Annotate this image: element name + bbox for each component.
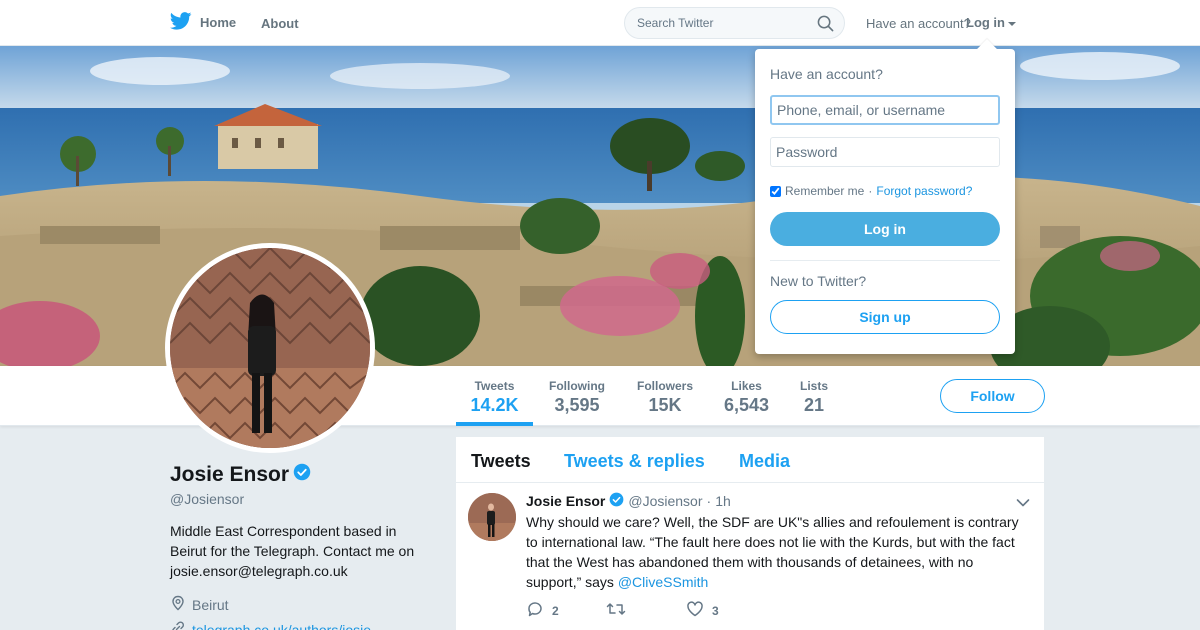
stat-following[interactable]: Following 3,595 — [544, 379, 610, 416]
remember-me-checkbox[interactable] — [770, 185, 781, 197]
verified-badge-icon — [293, 463, 311, 487]
stat-value: 15K — [648, 395, 682, 415]
login-menu-link[interactable]: Log in — [966, 15, 1016, 30]
stat-label: Tweets — [474, 379, 515, 393]
stat-tweets[interactable]: Tweets 14.2K — [456, 379, 533, 416]
divider — [770, 260, 1000, 261]
stat-label: Lists — [799, 379, 828, 393]
login-dropdown-title: Have an account? — [770, 66, 883, 82]
location-text: Beirut — [192, 596, 229, 613]
tweet-header: Josie Ensor @Josiensor · 1h — [526, 492, 731, 510]
like-count: 3 — [712, 603, 719, 618]
active-stat-indicator — [456, 422, 533, 426]
search-input[interactable] — [637, 16, 807, 30]
heart-icon — [686, 600, 704, 621]
avatar[interactable] — [165, 243, 375, 453]
forgot-password-link[interactable]: Forgot password? — [876, 184, 972, 198]
search-box — [624, 7, 845, 39]
top-navigation: Home About Have an account? Log in — [0, 0, 1200, 46]
stat-label: Likes — [731, 379, 762, 393]
stat-value: 6,543 — [723, 395, 770, 415]
signup-button[interactable]: Sign up — [770, 300, 1000, 334]
like-button[interactable]: 3 — [686, 600, 766, 621]
profile-name: Josie Ensor — [170, 463, 311, 487]
location-pin-icon — [170, 595, 186, 614]
tweet-actions: 2 3 — [526, 600, 766, 621]
tab-media[interactable]: Media — [739, 451, 790, 472]
tweet-avatar[interactable] — [468, 493, 516, 541]
tab-tweets-replies[interactable]: Tweets & replies — [564, 451, 705, 472]
timeline: Tweets Tweets & replies Media Josie Enso… — [456, 437, 1044, 630]
url-text: telegraph.co.uk/authors/josie... — [192, 621, 383, 630]
profile-name-text: Josie Ensor — [170, 463, 290, 486]
password-field[interactable] — [770, 137, 1000, 167]
remember-me-label: Remember me — [785, 184, 865, 198]
home-link[interactable]: Home — [169, 12, 237, 33]
stat-lists[interactable]: Lists 21 — [795, 379, 833, 416]
caret-down-icon — [1008, 21, 1016, 26]
verified-badge-icon — [609, 492, 624, 510]
new-to-twitter-label: New to Twitter? — [770, 273, 867, 289]
stat-value: 14.2K — [470, 395, 519, 415]
reply-icon — [526, 600, 544, 621]
login-label: Log in — [966, 15, 1005, 30]
timeline-tabs: Tweets Tweets & replies Media — [456, 437, 1044, 483]
tab-tweets[interactable]: Tweets — [471, 451, 531, 472]
tweet-separator: · — [706, 493, 712, 509]
follow-button[interactable]: Follow — [940, 379, 1045, 413]
retweet-icon — [606, 600, 626, 621]
search-icon[interactable] — [817, 15, 834, 37]
tweet[interactable]: Josie Ensor @Josiensor · 1h Why should w… — [456, 483, 1044, 630]
retweet-button[interactable] — [606, 600, 686, 621]
home-label: Home — [200, 15, 237, 30]
reply-button[interactable]: 2 — [526, 600, 606, 621]
tweet-timestamp[interactable]: 1h — [715, 493, 731, 509]
stat-value: 21 — [803, 395, 825, 415]
stat-followers[interactable]: Followers 15K — [632, 379, 698, 416]
tweet-text: Why should we care? Well, the SDF are UK… — [526, 512, 1032, 592]
remember-separator: · — [868, 184, 873, 198]
profile-bio: Middle East Correspondent based in Beiru… — [170, 523, 415, 579]
reply-count: 2 — [552, 603, 559, 618]
profile-handle[interactable]: @Josiensor — [170, 491, 244, 507]
stat-label: Followers — [636, 379, 693, 393]
twitter-bird-icon — [169, 12, 192, 33]
stat-label: Following — [549, 379, 605, 393]
tweet-author-handle[interactable]: @Josiensor — [628, 493, 702, 509]
link-icon — [170, 620, 186, 630]
username-field[interactable] — [770, 95, 1000, 125]
login-button[interactable]: Log in — [770, 212, 1000, 246]
tweet-mention[interactable]: @CliveSSmith — [618, 574, 708, 590]
remember-me-row: Remember me · Forgot password? — [770, 184, 972, 198]
profile-url[interactable]: telegraph.co.uk/authors/josie... — [170, 620, 383, 630]
login-dropdown: Have an account? Remember me · Forgot pa… — [755, 49, 1015, 354]
stat-likes[interactable]: Likes 6,543 — [720, 379, 773, 416]
profile-location: Beirut — [170, 595, 229, 614]
tweet-author-name[interactable]: Josie Ensor — [526, 493, 605, 509]
chevron-down-icon[interactable] — [1016, 495, 1030, 513]
account-prompt: Have an account? — [866, 16, 971, 31]
stat-value: 3,595 — [554, 395, 600, 415]
about-link[interactable]: About — [261, 16, 299, 31]
tweet-body: Why should we care? Well, the SDF are UK… — [526, 514, 1019, 590]
